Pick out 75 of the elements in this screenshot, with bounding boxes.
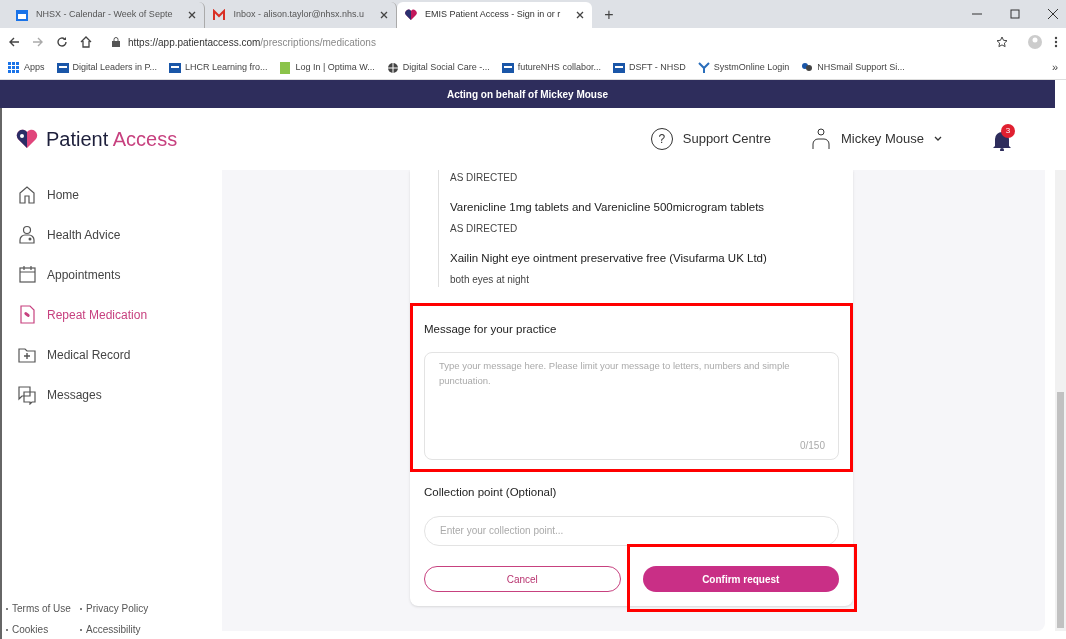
chevron-down-icon [934,136,942,142]
forward-icon [32,36,44,48]
folder-cross-icon [18,345,37,365]
apps-icon [8,61,20,74]
mail-icon [213,9,226,21]
calendar-icon [16,9,28,21]
person-icon [810,128,831,150]
support-link[interactable]: ? Support Centre [650,128,771,150]
footer-link[interactable]: Terms of Use [12,601,71,616]
people-icon [801,61,814,74]
more-bookmarks-button[interactable]: » [1051,59,1058,76]
url-text: https://app.patientaccess.com/prescriptions/medications [128,35,376,50]
field-label: Message for your practice [424,322,558,337]
bookmark[interactable]: Log In | Optima W... [279,60,375,75]
close-icon [1048,9,1058,19]
globe-icon [386,61,399,74]
confirm-button[interactable]: Confirm request [642,566,839,592]
lock-icon [112,37,120,47]
acting-banner: Acting on behalf of Mickey Mouse [0,80,1055,108]
medication-direction: both eyes at night [450,273,530,287]
sidebar-item[interactable]: Home [18,184,222,206]
close-icon [188,11,197,19]
medication-direction: AS DIRECTED [450,171,519,185]
sidebar-item[interactable]: Health Advice [18,224,222,246]
sidebar-item[interactable]: Repeat Medication [18,304,222,326]
notification-badge: 3 [1001,124,1015,138]
close-icon [380,11,389,19]
character-counter: 0/150 [799,439,825,454]
minimize-icon [972,13,982,15]
document-icon [279,61,292,74]
person-icon [18,225,37,245]
sidebar-item[interactable]: Messages [18,384,222,406]
home-icon [80,36,92,48]
bookmark[interactable]: Apps [8,60,45,75]
collection-field[interactable]: Enter your collection point... [424,515,839,546]
bookmark[interactable]: DSFT - NHSD [612,60,686,75]
medication-direction: AS DIRECTED [450,222,519,236]
site-icon [56,61,69,74]
field-label: Collection point (Optional) [424,485,558,501]
bookmark[interactable]: NHSmail Support Si... [801,60,905,75]
footer-link[interactable]: Privacy Policy [86,601,149,616]
cancel-button[interactable]: Cancel [424,566,621,592]
bookmark[interactable]: Digital Leaders in P... [56,60,157,75]
more-icon [1054,36,1058,48]
medication-name: Xailin Night eye ointment preservative free (Visufarma UK Ltd) [450,251,768,266]
footer-link[interactable]: Cookies [12,622,49,637]
site-icon [501,61,514,74]
document-pill-icon [18,305,37,325]
sidebar-item[interactable]: Medical Record [18,344,222,366]
star-icon [996,36,1008,48]
home-icon [18,185,37,205]
browser-tab[interactable]: EMIS Patient Access - Sign in or r [397,2,593,28]
reload-icon [56,36,68,48]
new-tab-button[interactable]: + [592,2,626,28]
bookmark[interactable]: futureNHS collabor... [501,60,601,75]
calendar-icon [18,265,37,285]
y-icon [697,61,710,74]
restore-icon [1010,9,1020,19]
user-menu[interactable]: Mickey Mouse [810,128,942,150]
sidebar-item[interactable]: Appointments [18,264,222,286]
heart-icon [405,9,418,21]
site-icon [612,61,625,74]
bookmark[interactable]: SystmOnline Login [697,60,790,75]
heart-logo-icon [16,129,38,149]
medication-name: Varenicline 1mg tablets and Varenicline 500microgram tablets [450,200,766,215]
bookmark[interactable]: Digital Social Care -... [386,60,490,75]
address-bar[interactable]: https://app.patientaccess.com/prescriptions/medications [104,31,1016,53]
site-icon [168,61,181,74]
profile-icon [1028,35,1042,49]
bookmark[interactable]: LHCR Learning fro... [168,60,268,75]
logo-text: Patient Access [46,127,178,152]
close-icon [576,11,585,19]
back-icon [8,36,20,48]
speech-bubbles-icon [18,385,37,405]
footer-link[interactable]: Accessibility [86,622,141,637]
